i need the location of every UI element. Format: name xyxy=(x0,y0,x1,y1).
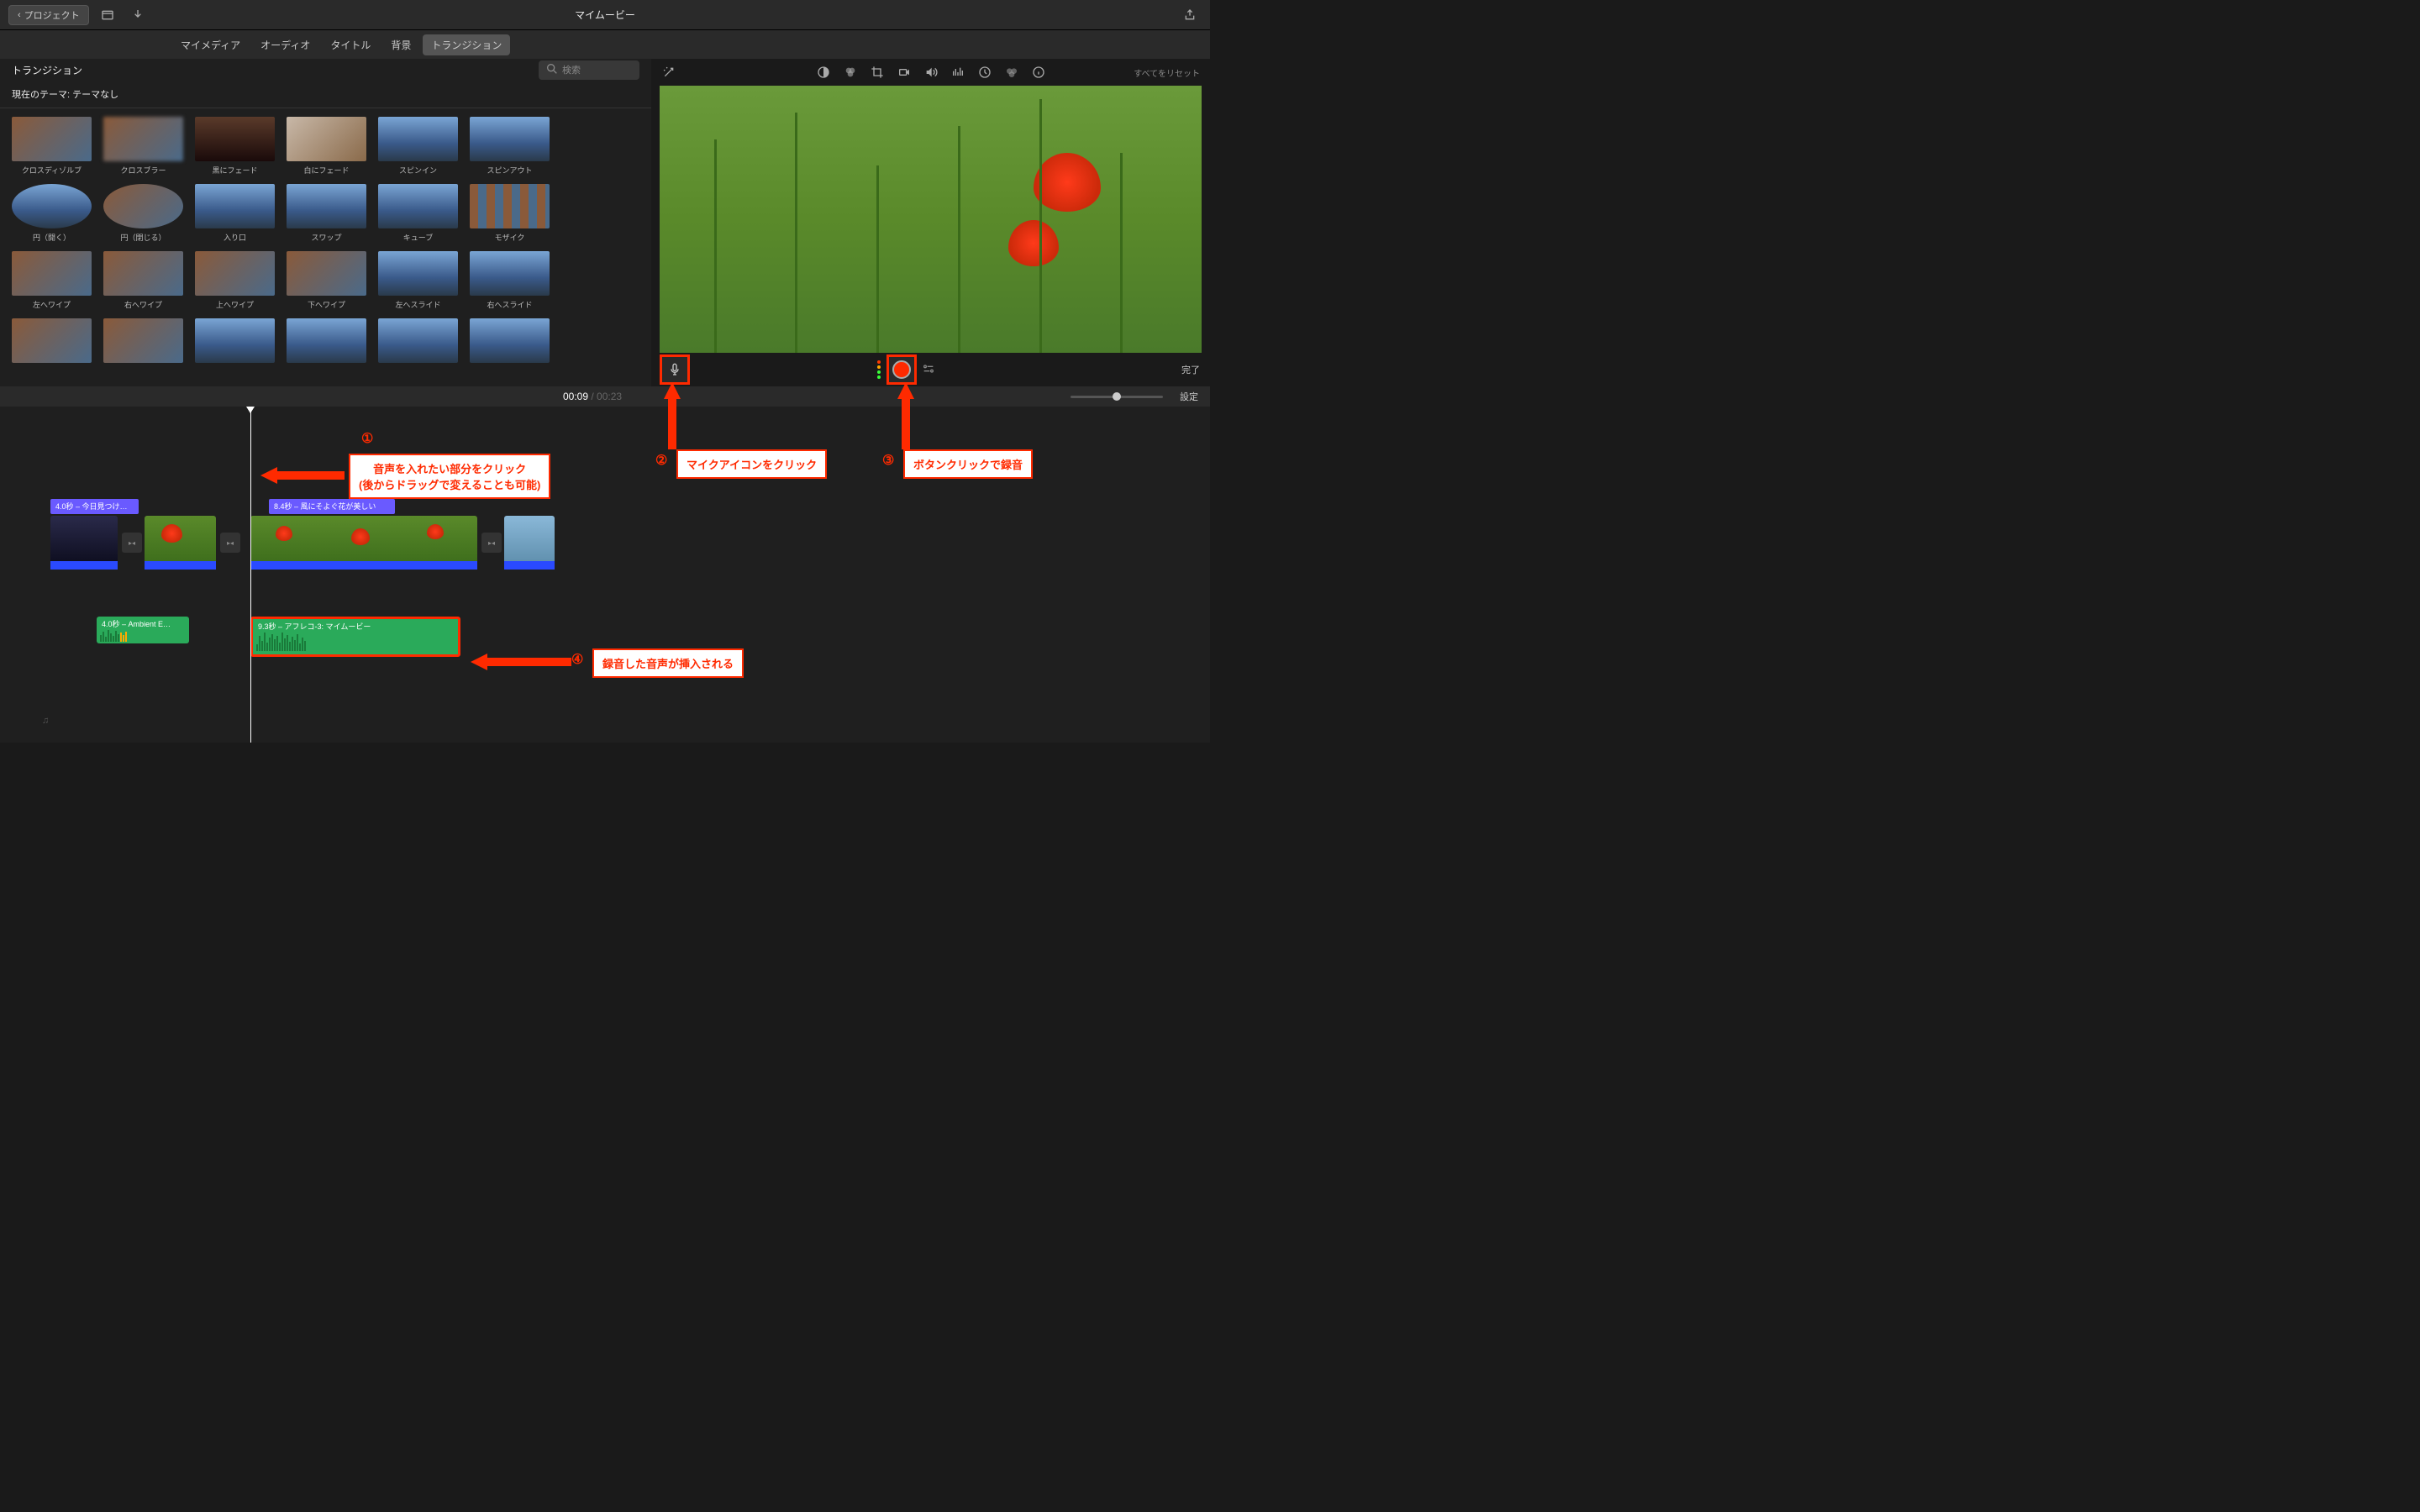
time-display: 00:09 / 00:23 xyxy=(563,391,622,402)
transition-item[interactable]: 円（閉じる） xyxy=(103,184,183,243)
transition-clip[interactable]: ▸◂ xyxy=(220,533,240,553)
music-well-icon[interactable]: ♫ xyxy=(42,716,49,726)
reset-all-button[interactable]: すべてをリセット xyxy=(1134,66,1200,79)
magic-wand-icon[interactable] xyxy=(661,65,676,80)
search-icon xyxy=(545,62,559,78)
voiceover-bar: 完了 xyxy=(651,353,1210,386)
annotation-number: ② xyxy=(655,452,667,469)
timeline-settings-button[interactable]: 設定 xyxy=(1180,390,1198,403)
annotation-number: ③ xyxy=(882,452,894,469)
stabilize-icon[interactable] xyxy=(897,65,912,80)
transition-item[interactable]: 上へワイプ xyxy=(195,251,275,310)
search-input[interactable]: 検索 xyxy=(539,60,639,80)
video-clip[interactable] xyxy=(504,516,555,570)
crop-icon[interactable] xyxy=(870,65,885,80)
transition-item[interactable] xyxy=(287,318,366,366)
transition-item[interactable]: 右へスライド xyxy=(470,251,550,310)
audio-clip[interactable]: 4.0秒 – Ambient E… xyxy=(97,617,189,643)
annotation-number: ④ xyxy=(571,651,583,668)
top-toolbar: ‹ プロジェクト マイムービー xyxy=(0,0,1210,30)
arrow-icon xyxy=(260,467,345,484)
transition-item[interactable]: クロスディゾルブ xyxy=(12,117,92,176)
video-clip[interactable] xyxy=(50,516,118,570)
transition-item[interactable]: 円（開く） xyxy=(12,184,92,243)
video-clip[interactable] xyxy=(250,516,477,570)
microphone-button[interactable] xyxy=(660,354,690,385)
voiceover-options-icon[interactable] xyxy=(922,362,935,378)
transition-item[interactable]: クロスブラー xyxy=(103,117,183,176)
tab-audio[interactable]: オーディオ xyxy=(252,34,318,55)
search-placeholder: 検索 xyxy=(562,63,581,76)
transition-item[interactable] xyxy=(378,318,458,366)
tab-background[interactable]: 背景 xyxy=(382,34,419,55)
media-import-icon[interactable] xyxy=(96,5,119,25)
title-clip[interactable]: 8.4秒 – 風にそよぐ花が美しい xyxy=(269,499,395,514)
equalizer-icon[interactable] xyxy=(950,65,965,80)
video-preview[interactable] xyxy=(660,86,1202,353)
share-icon[interactable] xyxy=(1178,5,1202,25)
playhead[interactable] xyxy=(250,407,251,743)
transition-item[interactable]: 右へワイプ xyxy=(103,251,183,310)
transition-item[interactable]: 左へワイプ xyxy=(12,251,92,310)
annotation-number: ① xyxy=(361,430,373,447)
record-circle-icon xyxy=(892,360,911,379)
annotation-box: 録音した音声が挿入される xyxy=(592,648,744,678)
chevron-left-icon: ‹ xyxy=(18,10,21,20)
transition-item[interactable]: 黒にフェード xyxy=(195,117,275,176)
info-icon[interactable] xyxy=(1031,65,1046,80)
arrow-icon xyxy=(471,654,571,670)
transition-clip[interactable]: ▸◂ xyxy=(122,533,142,553)
speed-icon[interactable] xyxy=(977,65,992,80)
transition-item[interactable]: 下へワイプ xyxy=(287,251,366,310)
tab-title[interactable]: タイトル xyxy=(322,34,379,55)
color-correction-icon[interactable] xyxy=(843,65,858,80)
arrow-icon xyxy=(664,382,681,449)
video-clip[interactable] xyxy=(145,516,216,570)
transition-item[interactable] xyxy=(195,318,275,366)
transition-item[interactable]: モザイク xyxy=(470,184,550,243)
theme-label: 現在のテーマ: テーマなし xyxy=(0,81,651,108)
media-tabs: マイメディア オーディオ タイトル 背景 トランジション xyxy=(0,30,1210,59)
record-button[interactable] xyxy=(886,354,917,385)
transition-item[interactable]: キューブ xyxy=(378,184,458,243)
tab-transition[interactable]: トランジション xyxy=(423,34,510,55)
annotation-box: ボタンクリックで録音 xyxy=(903,449,1033,479)
transition-item[interactable] xyxy=(103,318,183,366)
transition-item[interactable]: スピンアウト xyxy=(470,117,550,176)
preview-panel: すべてをリセット 完了 xyxy=(651,59,1210,386)
transition-clip[interactable]: ▸◂ xyxy=(481,533,502,553)
back-button[interactable]: ‹ プロジェクト xyxy=(8,5,89,25)
transitions-browser: トランジション 検索 現在のテーマ: テーマなし クロスディゾルブ クロスブラー… xyxy=(0,59,651,386)
transition-item[interactable]: スピンイン xyxy=(378,117,458,176)
browser-title: トランジション xyxy=(12,63,82,77)
transition-item[interactable]: スワップ xyxy=(287,184,366,243)
tab-mymedia[interactable]: マイメディア xyxy=(172,34,249,55)
title-clip[interactable]: 4.0秒 – 今日見つけ… xyxy=(50,499,139,514)
volume-icon[interactable] xyxy=(923,65,939,80)
arrow-icon xyxy=(897,382,914,449)
color-balance-icon[interactable] xyxy=(816,65,831,80)
filter-icon[interactable] xyxy=(1004,65,1019,80)
back-label: プロジェクト xyxy=(24,8,80,22)
transition-item[interactable] xyxy=(12,318,92,366)
annotation-box: 音声を入れたい部分をクリック (後からドラッグで変えることも可能) xyxy=(349,454,550,499)
annotation-box: マイクアイコンをクリック xyxy=(676,449,827,479)
transition-item[interactable] xyxy=(470,318,550,366)
voiceover-clip[interactable]: 9.3秒 – アフレコ-3: マイムービー xyxy=(250,617,460,657)
transition-item[interactable]: 左へスライド xyxy=(378,251,458,310)
done-button[interactable]: 完了 xyxy=(1181,363,1200,376)
transition-item[interactable]: 白にフェード xyxy=(287,117,366,176)
zoom-slider[interactable] xyxy=(1071,396,1163,398)
transition-item[interactable]: 入り口 xyxy=(195,184,275,243)
download-icon[interactable] xyxy=(126,5,150,25)
project-title: マイムービー xyxy=(575,8,635,22)
timeline-toolbar: 00:09 / 00:23 設定 xyxy=(0,386,1210,407)
